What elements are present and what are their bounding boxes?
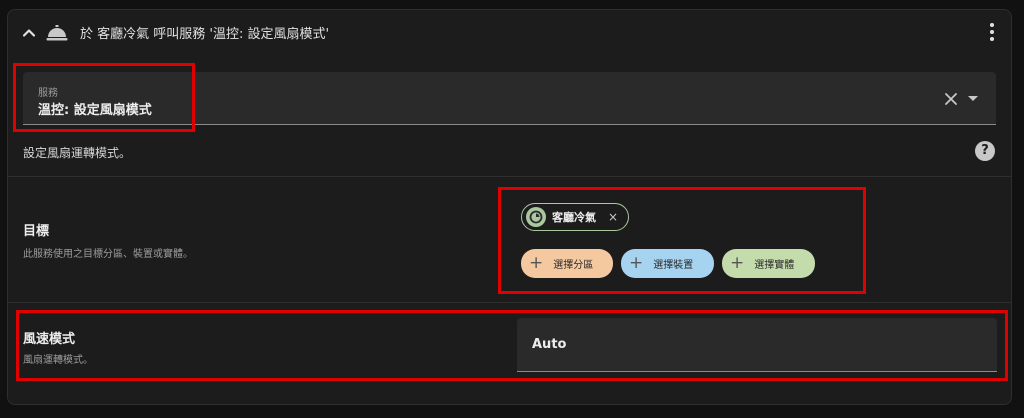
plus-icon: + (629, 253, 644, 273)
plus-icon: + (529, 253, 544, 273)
choose-area-button[interactable]: + 選擇分區 (521, 249, 613, 278)
target-sublabel: 此服務使用之目標分區、裝置或實體。 (23, 249, 193, 260)
service-select-value: 溫控: 設定風扇模式 (38, 103, 152, 118)
fan-mode-input[interactable]: Auto (517, 318, 997, 372)
clear-icon[interactable] (944, 92, 958, 106)
divider (8, 302, 1011, 303)
divider (8, 176, 1011, 177)
dropdown-arrow-icon[interactable] (968, 96, 978, 101)
card-title: 於 客廳冷氣 呼叫服務 '溫控: 設定風扇模式' (80, 27, 330, 42)
choose-entity-label: 選擇實體 (754, 260, 795, 271)
service-card: 於 客廳冷氣 呼叫服務 '溫控: 設定風扇模式' 服務 溫控: 設定風扇模式 設… (7, 9, 1012, 405)
service-select-caption: 服務 (38, 88, 58, 99)
kebab-menu-icon[interactable] (989, 23, 995, 43)
service-description: 設定風扇運轉模式。 (23, 146, 132, 160)
plus-icon: + (730, 253, 745, 273)
fan-mode-sublabel: 風扇運轉模式。 (23, 355, 93, 366)
fan-mode-label: 風速模式 (23, 332, 76, 347)
bell-concierge-icon (46, 25, 68, 41)
chevron-up-icon[interactable] (21, 25, 37, 41)
choose-area-label: 選擇分區 (553, 260, 594, 271)
choose-device-label: 選擇裝置 (653, 260, 694, 271)
help-icon[interactable]: ? (975, 141, 995, 161)
thermostat-icon (526, 207, 546, 227)
selected-entity-chip[interactable]: 客廳冷氣 × (521, 203, 630, 231)
service-select[interactable]: 服務 溫控: 設定風扇模式 (23, 72, 996, 125)
choose-entity-button[interactable]: + 選擇實體 (722, 249, 815, 278)
choose-device-button[interactable]: + 選擇裝置 (621, 249, 714, 278)
selected-entity-label: 客廳冷氣 (552, 211, 596, 224)
remove-entity-icon[interactable]: × (608, 210, 618, 224)
card-header[interactable]: 於 客廳冷氣 呼叫服務 '溫控: 設定風扇模式' (8, 10, 1011, 56)
fan-mode-value: Auto (532, 337, 567, 352)
target-label: 目標 (23, 224, 50, 239)
